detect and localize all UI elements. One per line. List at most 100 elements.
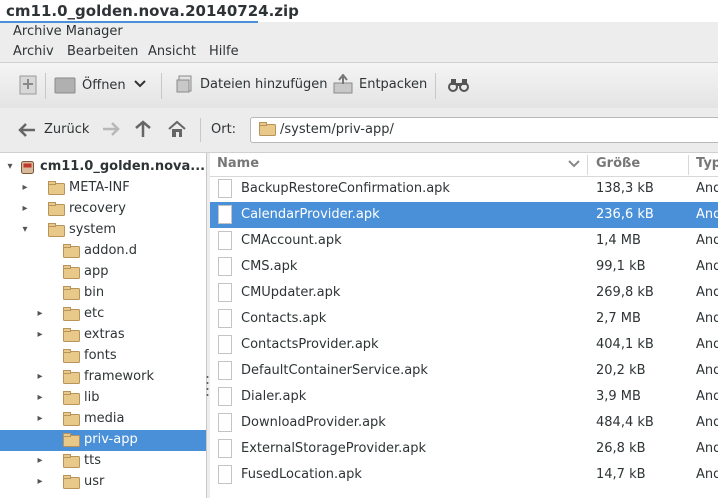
- title-bar: cm11.0_golden.nova.20140724.zip: [0, 0, 718, 23]
- file-row[interactable]: Dialer.apk 3,9 MB And: [210, 384, 718, 410]
- file-size: 99,1 kB: [596, 259, 646, 274]
- column-separator[interactable]: [587, 155, 588, 175]
- file-icon: [218, 387, 232, 406]
- tree-item[interactable]: priv-app: [0, 430, 206, 451]
- tree-item-label: fonts: [84, 348, 117, 363]
- file-icon: [218, 413, 232, 432]
- tree-item[interactable]: ▸ usr: [0, 472, 206, 493]
- tree-item[interactable]: ▸ tts: [0, 451, 206, 472]
- file-name: Dialer.apk: [241, 389, 307, 404]
- new-archive-button[interactable]: [18, 74, 40, 96]
- expander-open-icon[interactable]: ▾: [5, 161, 15, 172]
- file-row[interactable]: FusedLocation.apk 14,7 kB And: [210, 462, 718, 488]
- menu-hilfe[interactable]: Hilfe: [209, 44, 239, 59]
- tree-item-label: cm11.0_golden.nova....: [40, 159, 207, 174]
- file-size: 484,4 kB: [596, 415, 654, 430]
- toolbar-separator: [45, 73, 46, 99]
- menu-archiv[interactable]: Archiv: [13, 44, 54, 59]
- folder-tree: ▾ cm11.0_golden.nova.... ▸ META-INF ▸ recover…: [0, 153, 207, 498]
- location-bar: Zurück Ort: /system/priv-app/: [0, 108, 718, 153]
- arrow-right-icon: [103, 122, 120, 136]
- folder-icon: [48, 223, 65, 237]
- file-size: 20,2 kB: [596, 363, 646, 378]
- home-button[interactable]: [167, 120, 187, 142]
- column-header: Name Größe Typ: [210, 153, 718, 177]
- expander-closed-icon[interactable]: ▸: [35, 455, 45, 466]
- file-name: ExternalStorageProvider.apk: [241, 441, 427, 456]
- expander-closed-icon[interactable]: ▸: [35, 308, 45, 319]
- tree-item[interactable]: ▾ system: [0, 220, 206, 241]
- file-size: 138,3 kB: [596, 181, 654, 196]
- forward-button[interactable]: [102, 122, 120, 140]
- tree-item[interactable]: ▸ media: [0, 409, 206, 430]
- tree-item[interactable]: bin: [0, 283, 206, 304]
- tree-item[interactable]: ▸ extras: [0, 325, 206, 346]
- folder-icon: [63, 391, 80, 405]
- tree-item[interactable]: app: [0, 262, 206, 283]
- file-row[interactable]: CMUpdater.apk 269,8 kB And: [210, 280, 718, 306]
- tree-item[interactable]: ▸ etc: [0, 304, 206, 325]
- folder-icon: [63, 475, 80, 489]
- file-row[interactable]: CMS.apk 99,1 kB And: [210, 254, 718, 280]
- file-row[interactable]: ExternalStorageProvider.apk 26,8 kB And: [210, 436, 718, 462]
- file-type: And: [696, 259, 718, 274]
- file-icon: [218, 231, 232, 250]
- add-files-button[interactable]: Dateien hinzufügen: [176, 75, 328, 93]
- file-row[interactable]: CalendarProvider.apk 236,6 kB And: [210, 202, 718, 228]
- menu-bearbeiten[interactable]: Bearbeiten: [67, 44, 138, 59]
- tree-item-label: lib: [84, 390, 100, 405]
- sort-chevron-icon[interactable]: [568, 160, 580, 169]
- open-button[interactable]: Öffnen: [54, 75, 126, 95]
- tree-item[interactable]: fonts: [0, 346, 206, 367]
- tree-item-label: extras: [84, 327, 125, 342]
- up-button[interactable]: [135, 120, 151, 142]
- open-dropdown-button[interactable]: [134, 79, 146, 89]
- arrow-up-icon: [135, 120, 151, 137]
- menu-ansicht[interactable]: Ansicht: [148, 44, 196, 59]
- expander-closed-icon[interactable]: ▸: [35, 329, 45, 340]
- file-row[interactable]: Contacts.apk 2,7 MB And: [210, 306, 718, 332]
- expander-closed-icon[interactable]: ▸: [20, 203, 30, 214]
- arrow-left-icon: [18, 122, 35, 137]
- file-type: And: [696, 389, 718, 404]
- back-label: Zurück: [44, 122, 90, 137]
- file-row[interactable]: ContactsProvider.apk 404,1 kB And: [210, 332, 718, 358]
- file-type: And: [696, 441, 718, 456]
- tree-item[interactable]: ▾ cm11.0_golden.nova....: [0, 157, 206, 178]
- file-type: And: [696, 285, 718, 300]
- file-type: And: [696, 363, 718, 378]
- column-size[interactable]: Größe: [596, 156, 640, 171]
- pane-resize-handle[interactable]: [206, 373, 209, 403]
- expander-closed-icon[interactable]: ▸: [35, 371, 45, 382]
- extract-button[interactable]: Entpacken: [333, 74, 427, 94]
- tree-item[interactable]: ▸ framework: [0, 367, 206, 388]
- expander-closed-icon[interactable]: ▸: [20, 182, 30, 193]
- file-row[interactable]: BackupRestoreConfirmation.apk 138,3 kB And: [210, 176, 718, 202]
- expander-closed-icon[interactable]: ▸: [35, 476, 45, 487]
- expander-closed-icon[interactable]: ▸: [35, 413, 45, 424]
- tree-item[interactable]: addon.d: [0, 241, 206, 262]
- tree-item-label: app: [84, 264, 109, 279]
- folder-icon: [48, 181, 65, 195]
- expander-closed-icon[interactable]: ▸: [35, 392, 45, 403]
- file-icon: [218, 439, 232, 458]
- find-button[interactable]: [448, 77, 470, 93]
- tree-item[interactable]: ▸ recovery: [0, 199, 206, 220]
- file-row[interactable]: CMAccount.apk 1,4 MB And: [210, 228, 718, 254]
- column-type[interactable]: Typ: [696, 156, 718, 171]
- folder-icon: [63, 328, 80, 342]
- folder-icon: [63, 286, 80, 300]
- location-field[interactable]: /system/priv-app/: [250, 117, 718, 143]
- tree-item[interactable]: ▸ META-INF: [0, 178, 206, 199]
- tree-item-label: system: [69, 222, 116, 237]
- column-name[interactable]: Name: [217, 156, 259, 171]
- file-icon: [218, 465, 232, 484]
- file-size: 404,1 kB: [596, 337, 654, 352]
- back-button[interactable]: Zurück: [18, 122, 89, 137]
- tree-item[interactable]: ▸ lib: [0, 388, 206, 409]
- expander-open-icon[interactable]: ▾: [20, 224, 30, 235]
- file-row[interactable]: DefaultContainerService.apk 20,2 kB And: [210, 358, 718, 384]
- file-type: And: [696, 181, 718, 196]
- file-row[interactable]: DownloadProvider.apk 484,4 kB And: [210, 410, 718, 436]
- column-separator[interactable]: [688, 155, 689, 175]
